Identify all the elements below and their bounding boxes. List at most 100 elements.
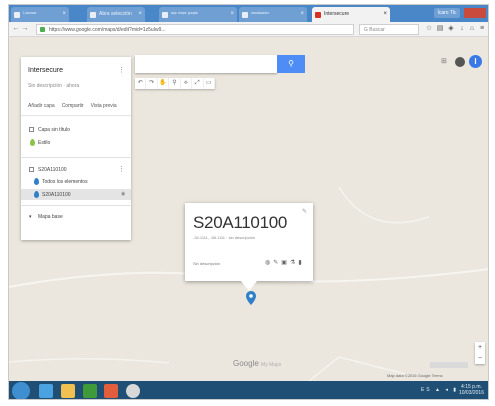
search-icon[interactable]: ⚲ xyxy=(277,55,305,73)
layer-1-name[interactable]: Capa sin título xyxy=(38,127,70,133)
divider xyxy=(21,115,131,116)
directions-icon[interactable]: ⤢ xyxy=(192,78,204,89)
info-window-pointer xyxy=(241,281,257,291)
star-icon[interactable]: ☆ xyxy=(425,25,433,33)
ie-icon[interactable] xyxy=(39,384,53,398)
tab-label: ᵛᶦˢᵘᵃˡᶦᶻᵃᵈᵒʳ xyxy=(251,11,270,17)
divider xyxy=(21,157,131,158)
download-icon[interactable]: ↓ xyxy=(458,25,466,33)
lock-icon xyxy=(40,27,45,32)
clock[interactable]: 4:15 p.m. 10/03/2016 xyxy=(459,384,484,396)
undo-icon[interactable]: ↶ xyxy=(135,78,147,89)
map-pin-icon xyxy=(30,139,35,146)
layer-2-all-items[interactable]: Todos los elementos xyxy=(42,179,88,185)
map-title[interactable]: Intersecure xyxy=(28,67,63,74)
tab-2[interactable]: Abra selección × xyxy=(87,7,145,22)
map-pin-icon xyxy=(34,178,39,185)
feature-title: S20A110100 xyxy=(193,213,288,232)
clock-date: 10/03/2016 xyxy=(458,390,484,396)
google-logo-text: Google xyxy=(233,359,259,368)
media-player-icon[interactable] xyxy=(104,384,118,398)
google-logo: Google My Maps xyxy=(233,359,281,368)
folder-icon[interactable] xyxy=(61,384,75,398)
excel-icon[interactable] xyxy=(83,384,97,398)
add-layer-button[interactable]: Añadir capa xyxy=(28,103,55,109)
map-pin-icon xyxy=(34,191,39,198)
start-button[interactable] xyxy=(12,382,30,399)
tab-favicon-icon xyxy=(242,12,248,18)
layer-checkbox[interactable] xyxy=(29,167,34,172)
map-marker-icon[interactable] xyxy=(246,291,256,305)
close-icon[interactable]: × xyxy=(230,7,234,22)
info-window: S20A110100 -34.1111, -58.1111 · sin desc… xyxy=(185,203,313,281)
shield-icon[interactable]: ◈ xyxy=(447,25,455,33)
browser-tab-strip: ᴵ·ᵗᵉʳᵛᶦᵉʷ × Abra selección × ᵃᵖᵖ ᵐᵃᵖˢ ᵍᵒ… xyxy=(9,5,488,22)
chrome-icon[interactable] xyxy=(126,384,140,398)
map-search-input[interactable] xyxy=(135,55,277,73)
delete-icon[interactable]: ▮ xyxy=(298,260,304,266)
info-window-tools: ◍✎▣⚗▮ xyxy=(265,259,305,266)
tab-active[interactable]: Intersecure × xyxy=(312,7,390,22)
back-arrow-icon[interactable]: ← xyxy=(12,25,20,33)
ruler-icon[interactable]: ▭ xyxy=(204,78,215,89)
layer-1-style[interactable]: Estilo xyxy=(38,140,50,146)
paint-icon[interactable]: ◍ xyxy=(265,260,273,266)
forward-arrow-icon[interactable]: → xyxy=(21,25,29,33)
hand-icon[interactable]: ✋ xyxy=(158,78,170,89)
draw-line-icon[interactable]: ⟡ xyxy=(181,78,193,89)
layer-2-name[interactable]: S20A110100 xyxy=(38,167,67,173)
style-icon[interactable]: ◉ xyxy=(121,191,125,197)
url-text: https://www.google.com/maps/d/edit?mid=1… xyxy=(49,27,166,33)
home-icon[interactable]: ⌂ xyxy=(468,25,476,33)
close-icon[interactable]: × xyxy=(300,7,304,22)
preview-button[interactable]: Vista previa xyxy=(91,103,117,109)
map-description: Sin descripción · ahora xyxy=(28,83,80,89)
redo-icon[interactable]: ↷ xyxy=(146,78,158,89)
share-button[interactable]: Compartir xyxy=(62,103,84,109)
tab-1[interactable]: ᴵ·ᵗᵉʳᵛᶦᵉʷ × xyxy=(11,7,69,22)
address-bar[interactable]: https://www.google.com/maps/d/edit?mid=1… xyxy=(36,24,354,35)
feature-coordinates: -34.1111, -58.1111 · sin descripción xyxy=(193,235,256,240)
os-taskbar: ES ▲ ◂ ▮ 4:15 p.m. 10/03/2016 xyxy=(9,381,488,399)
map-scale-bar xyxy=(430,362,468,368)
more-vert-icon[interactable]: ⋮ xyxy=(118,165,125,173)
tab-4[interactable]: ᵛᶦˢᵘᵃˡᶦᶻᵃᵈᵒʳ × xyxy=(239,7,307,22)
divider xyxy=(21,205,131,206)
window-controls[interactable] xyxy=(464,8,486,18)
zoom-controls: + − xyxy=(475,342,485,364)
browser-search-box[interactable]: G Buscar xyxy=(359,24,419,35)
tab-label: ᵃᵖᵖ ᵐᵃᵖˢ ᵍᵒᵒᵍˡᵉ xyxy=(171,11,198,17)
close-icon[interactable]: × xyxy=(383,7,387,22)
edit-icon[interactable]: ✎ xyxy=(302,208,307,215)
tab-label: Abra selección xyxy=(99,11,132,17)
system-tray[interactable]: ES ▲ ◂ ▮ xyxy=(421,387,458,393)
tab-3[interactable]: ᵃᵖᵖ ᵐᵃᵖˢ ᵍᵒᵒᵍˡᵉ × xyxy=(159,7,237,22)
camera-icon[interactable]: ▣ xyxy=(281,260,290,266)
notifications-icon[interactable] xyxy=(455,57,465,67)
tab-favicon-icon xyxy=(14,12,20,18)
tab-favicon-icon xyxy=(162,12,168,18)
reading-list-icon[interactable]: ▤ xyxy=(436,25,444,33)
chevron-down-icon[interactable]: ▾ xyxy=(29,214,32,220)
tab-favicon-icon xyxy=(90,12,96,18)
add-marker-icon[interactable]: ⚲ xyxy=(169,78,181,89)
map-attribution[interactable]: Map data ©2016 Google Terms xyxy=(387,373,443,378)
zoom-in-button[interactable]: + xyxy=(475,342,485,353)
apps-grid-icon[interactable]: ⊞ xyxy=(441,58,449,66)
menu-icon[interactable]: ≡ xyxy=(478,25,486,33)
zoom-out-button[interactable]: − xyxy=(475,353,485,364)
screenshot-frame: ᴵ·ᵗᵉʳᵛᶦᵉʷ × Abra selección × ᵃᵖᵖ ᵐᵃᵖˢ ᵍᵒ… xyxy=(8,4,489,400)
browser-toolbar: ← → https://www.google.com/maps/d/edit?m… xyxy=(9,22,488,37)
base-map-toggle[interactable]: Mapa base xyxy=(38,214,63,220)
close-icon[interactable]: × xyxy=(138,7,142,22)
my-maps-favicon-icon xyxy=(315,12,321,18)
avatar[interactable]: I xyxy=(469,55,482,68)
tab-label: ᴵ·ᵗᵉʳᵛᶦᵉʷ xyxy=(23,11,37,17)
map-canvas[interactable]: ⚲ ↶ ↷ ✋ ⚲ ⟡ ⤢ ▭ ⊞ I Intersecure ⋮ Sin de… xyxy=(9,37,488,381)
more-vert-icon[interactable]: ⋮ xyxy=(118,66,125,74)
feature-description: Sin descripción xyxy=(193,261,221,266)
close-icon[interactable]: × xyxy=(62,7,66,22)
layer-checkbox[interactable] xyxy=(29,127,34,132)
browser-user-chip[interactable]: Ícaro Tlc xyxy=(434,8,460,18)
layer-2-feature[interactable]: S20A110100 xyxy=(42,192,71,198)
